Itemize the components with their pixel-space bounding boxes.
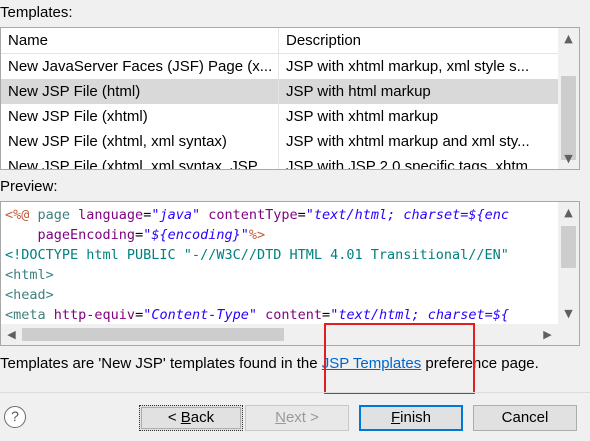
- templates-label: Templates:: [0, 4, 73, 21]
- code-attribute: language: [78, 207, 144, 223]
- code-equals: =: [322, 307, 331, 323]
- table-row[interactable]: New JSP File (xhtml) JSP with xhtml mark…: [1, 104, 558, 129]
- cancel-button[interactable]: Cancel: [473, 405, 577, 431]
- finish-button-label: inish: [400, 409, 432, 426]
- row-description: JSP with xhtml markup: [286, 108, 439, 125]
- back-button[interactable]: < Back: [139, 405, 243, 431]
- code-keyword: page: [37, 207, 79, 223]
- code-attribute: contentType: [208, 207, 298, 223]
- next-button-label: ext >: [285, 409, 319, 426]
- code-value: "Content-Type": [143, 307, 257, 323]
- code-line: <!DOCTYPE html PUBLIC "-//W3C//DTD HTML …: [5, 247, 509, 263]
- scroll-left-icon[interactable]: ◀: [1, 324, 22, 345]
- table-header: Name Description: [1, 28, 558, 54]
- divider: [0, 392, 590, 393]
- code-equals: =: [135, 227, 144, 243]
- table-vertical-scrollbar[interactable]: ▲ ▼: [558, 28, 579, 169]
- code-line: <head>: [5, 287, 54, 303]
- column-header-name[interactable]: Name: [1, 28, 279, 54]
- finish-button[interactable]: Finish: [359, 405, 463, 431]
- code-equals: =: [135, 307, 144, 323]
- row-name: New JavaServer Faces (JSF) Page (x...: [1, 54, 279, 79]
- preview-vertical-scrollbar[interactable]: ▲ ▼: [558, 202, 579, 324]
- row-description: JSP with html markup: [286, 83, 431, 100]
- code-tag: <meta: [5, 307, 54, 323]
- code-value: "java": [151, 207, 201, 223]
- code-value: "${encoding}": [143, 227, 249, 243]
- back-button-label: ack: [190, 409, 215, 426]
- preview-label: Preview:: [0, 178, 58, 195]
- row-name: New JSP File (html): [1, 79, 279, 104]
- scroll-right-icon[interactable]: ▶: [537, 324, 558, 345]
- table-row[interactable]: New JavaServer Faces (JSF) Page (x... JS…: [1, 54, 558, 79]
- row-name: New JSP File (xhtml): [1, 104, 279, 129]
- code-attribute: content: [265, 307, 323, 323]
- back-button-prefix: <: [167, 409, 181, 426]
- scroll-up-icon[interactable]: ▲: [558, 202, 579, 223]
- row-description: JSP with xhtml markup and xml sty...: [286, 133, 530, 150]
- info-text-before: Templates are 'New JSP' templates found …: [0, 355, 322, 372]
- table-row[interactable]: New JSP File (xhtml, xml syntax, JSP... …: [1, 154, 558, 170]
- templates-table[interactable]: Name Description New JavaServer Faces (J…: [0, 27, 580, 170]
- table-row-selected[interactable]: New JSP File (html) JSP with html markup: [1, 79, 558, 104]
- finish-button-mnemonic: F: [390, 409, 401, 426]
- code-line: pageEncoding="${encoding}"%>: [5, 225, 266, 245]
- code-directive-open: <%@: [5, 207, 38, 223]
- code-value: "text/html; charset=${: [330, 307, 509, 323]
- code-line: <%@ page language="java" contentType="te…: [5, 205, 509, 225]
- code-attribute: pageEncoding: [37, 227, 136, 243]
- column-header-description[interactable]: Description: [279, 28, 558, 54]
- code-equals: =: [297, 207, 306, 223]
- code-line: <meta http-equiv="Content-Type" content=…: [5, 305, 509, 325]
- row-description: JSP with xhtml markup, xml style s...: [286, 58, 530, 75]
- scrollbar-thumb[interactable]: [561, 226, 576, 268]
- next-button[interactable]: Next >: [245, 405, 349, 431]
- preview-code-area[interactable]: <%@ page language="java" contentType="te…: [0, 201, 580, 346]
- row-name: New JSP File (xhtml, xml syntax): [1, 129, 279, 154]
- code-value: "text/html; charset=${enc: [305, 207, 509, 223]
- scrollbar-thumb[interactable]: [22, 328, 284, 341]
- highlight-box: [324, 323, 475, 394]
- row-description: JSP with JSP 2.0 specific tags, xhtm...: [286, 158, 541, 170]
- help-icon[interactable]: ?: [4, 406, 26, 428]
- code-attribute: http-equiv: [53, 307, 136, 323]
- next-button-mnemonic: N: [275, 409, 286, 426]
- code-directive-close: %>: [248, 227, 266, 243]
- back-button-mnemonic: B: [180, 409, 191, 426]
- row-name: New JSP File (xhtml, xml syntax, JSP...: [1, 154, 279, 169]
- scroll-up-icon[interactable]: ▲: [558, 28, 579, 49]
- scroll-down-icon[interactable]: ▼: [558, 148, 579, 169]
- scroll-down-icon[interactable]: ▼: [558, 303, 579, 324]
- table-row[interactable]: New JSP File (xhtml, xml syntax) JSP wit…: [1, 129, 558, 154]
- code-line: <html>: [5, 267, 54, 283]
- scrollbar-corner: [558, 324, 579, 345]
